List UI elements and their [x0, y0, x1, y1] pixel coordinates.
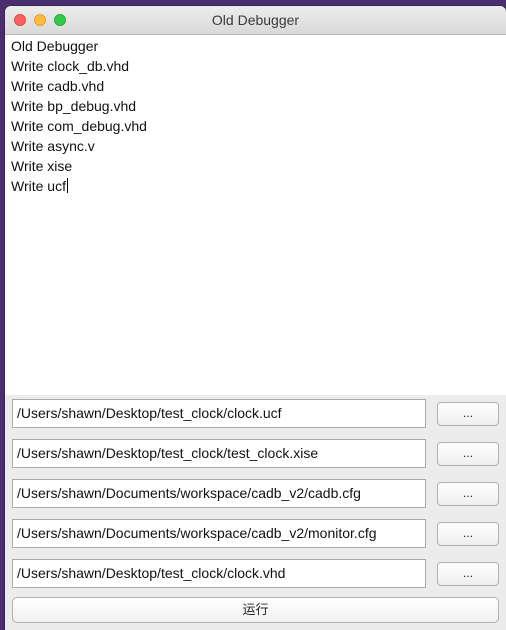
browse-cadb-cfg-button[interactable]: ... — [437, 482, 499, 506]
log-line: Old Debugger — [11, 38, 99, 54]
log-line: Write async.v — [11, 138, 95, 154]
cadb-cfg-path-field[interactable]: /Users/shawn/Documents/workspace/cadb_v2… — [12, 479, 426, 508]
browse-monitor-cfg-button[interactable]: ... — [437, 522, 499, 546]
monitor-cfg-path-field[interactable]: /Users/shawn/Documents/workspace/cadb_v2… — [12, 519, 426, 548]
xise-path-field[interactable]: /Users/shawn/Desktop/test_clock/test_clo… — [12, 439, 426, 468]
log-line: Write bp_debug.vhd — [11, 98, 137, 114]
ucf-path-field[interactable]: /Users/shawn/Desktop/test_clock/clock.uc… — [12, 399, 426, 428]
browse-ucf-button[interactable]: ... — [437, 402, 499, 426]
text-caret — [66, 178, 68, 193]
log-line: Write xise — [11, 158, 73, 174]
log-line: Write cadb.vhd — [11, 78, 105, 94]
log-line-text: Write ucf — [11, 178, 66, 194]
title-bar[interactable]: Old Debugger — [5, 6, 506, 35]
log-line: Write clock_db.vhd — [11, 58, 130, 74]
browse-xise-button[interactable]: ... — [437, 442, 499, 466]
log-line: Write com_debug.vhd — [11, 118, 147, 134]
browse-vhd-button[interactable]: ... — [437, 562, 499, 586]
log-output-area[interactable]: Old Debugger Write clock_db.vhd Write ca… — [5, 35, 506, 395]
vhd-path-field[interactable]: /Users/shawn/Desktop/test_clock/clock.vh… — [12, 559, 426, 588]
app-window: Old Debugger Old Debugger Write clock_db… — [5, 6, 506, 630]
window-title: Old Debugger — [211, 12, 300, 28]
run-button[interactable]: 运行 — [12, 597, 499, 623]
log-line-last: Write ucf — [11, 178, 68, 194]
